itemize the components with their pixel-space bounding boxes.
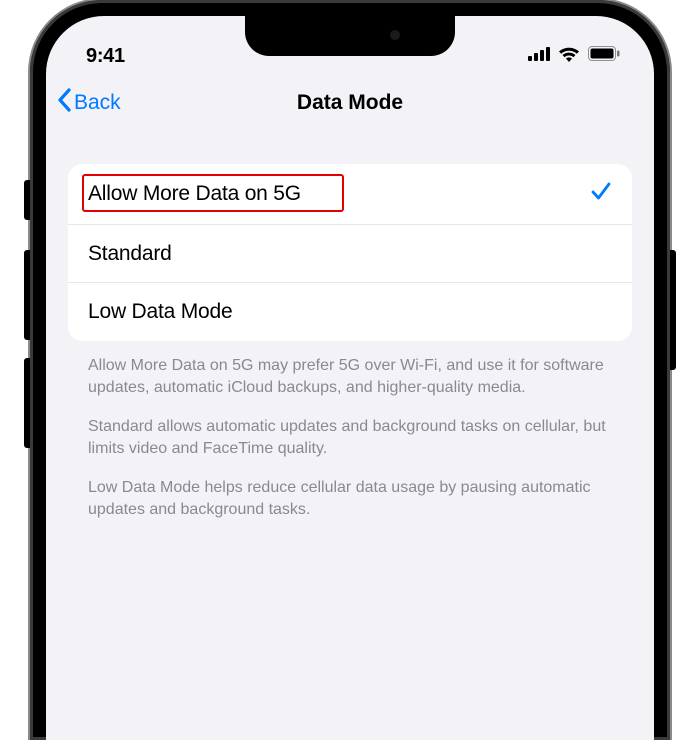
cellular-icon [528,47,550,66]
back-label: Back [74,91,121,115]
side-buttons-left [24,180,30,466]
chevron-left-icon [56,88,72,118]
back-button[interactable]: Back [56,88,121,118]
option-label: Low Data Mode [88,300,232,324]
option-standard[interactable]: Standard [68,225,632,283]
footer-description: Allow More Data on 5G may prefer 5G over… [68,341,632,521]
data-mode-options: Allow More Data on 5G Standard Low Data … [68,164,632,341]
footer-paragraph: Allow More Data on 5G may prefer 5G over… [88,355,612,398]
wifi-icon [558,46,580,67]
page-title: Data Mode [297,91,403,115]
footer-paragraph: Low Data Mode helps reduce cellular data… [88,477,612,520]
footer-paragraph: Standard allows automatic updates and ba… [88,416,612,459]
option-low-data-mode[interactable]: Low Data Mode [68,283,632,341]
battery-icon [588,46,620,66]
status-icons [528,46,620,67]
option-label: Allow More Data on 5G [88,182,301,206]
option-label: Standard [88,242,172,266]
option-allow-more-data-5g[interactable]: Allow More Data on 5G [68,164,632,225]
phone-frame: 9:41 [30,0,670,740]
nav-bar: Back Data Mode [46,78,654,128]
screen: 9:41 [46,16,654,740]
checkmark-icon [590,180,612,208]
content: Allow More Data on 5G Standard Low Data … [46,128,654,521]
status-time: 9:41 [86,45,125,68]
notch [245,16,455,56]
side-buttons-right [670,250,676,370]
